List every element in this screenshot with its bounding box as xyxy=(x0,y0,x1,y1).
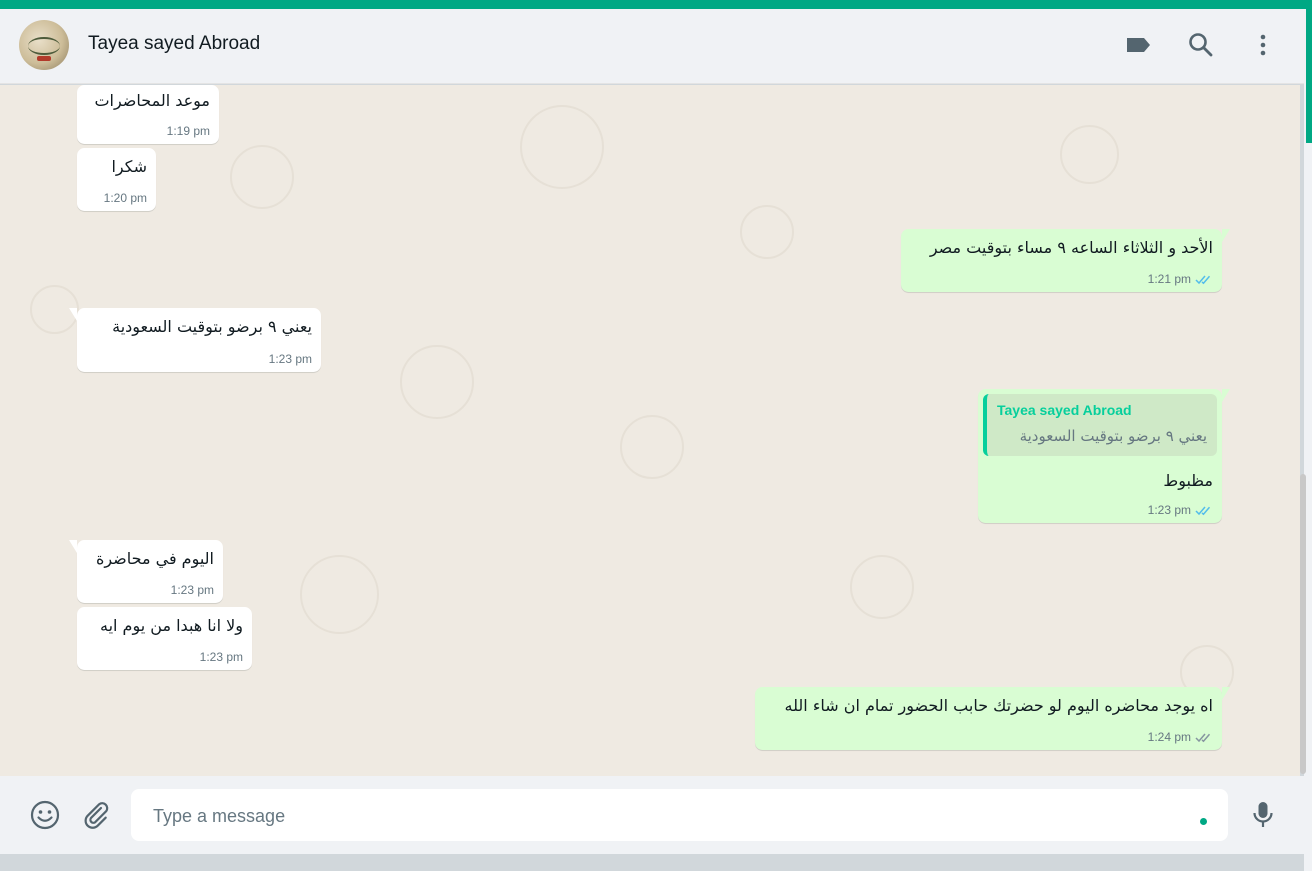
wallpaper-doodle xyxy=(230,145,294,209)
message-text: مظبوط xyxy=(1163,471,1213,490)
message-time: 1:21 pm xyxy=(1147,272,1191,286)
message-text: الأحد و الثلاثاء الساعه ٩ مساء بتوقيت مص… xyxy=(929,238,1213,257)
avatar-logo-mark xyxy=(28,37,60,55)
bubble-tail xyxy=(1222,229,1230,242)
bubble-tail xyxy=(1222,687,1230,700)
message-meta: 1:21 pm xyxy=(1148,272,1213,286)
attach-icon[interactable] xyxy=(80,799,112,831)
chat-scrollbar[interactable] xyxy=(1300,474,1306,774)
contact-avatar[interactable] xyxy=(19,20,69,70)
search-icon[interactable] xyxy=(1187,31,1215,59)
quoted-author: Tayea sayed Abroad xyxy=(997,402,1132,418)
message-time: 1:23 pm xyxy=(1147,503,1191,517)
message-outgoing[interactable]: Tayea sayed Abroad يعني ٩ برضو بتوقيت ال… xyxy=(978,389,1230,523)
message-input-box[interactable] xyxy=(131,789,1228,843)
message-input[interactable] xyxy=(151,789,1195,843)
message-time: 1:24 pm xyxy=(1147,730,1191,744)
quoted-message[interactable]: Tayea sayed Abroad يعني ٩ برضو بتوقيت ال… xyxy=(983,394,1217,456)
wallpaper-doodle xyxy=(1060,125,1119,184)
read-receipt-icon xyxy=(1195,506,1211,515)
message-meta: 1:24 pm xyxy=(1148,730,1213,744)
message-time: 1:19 pm xyxy=(166,124,210,138)
wallpaper-doodle xyxy=(620,415,684,479)
message-incoming[interactable]: اليوم في محاضرة 1:23 pm xyxy=(69,540,223,603)
message-composer xyxy=(0,776,1304,854)
bubble-tail xyxy=(69,308,77,321)
message-text: اه يوجد محاضره اليوم لو حضرتك حابب الحضو… xyxy=(784,696,1213,715)
message-incoming[interactable]: شكرا 1:20 pm xyxy=(77,148,156,211)
wallpaper-doodle xyxy=(300,555,379,634)
message-text: ولا انا هبدا من يوم ايه xyxy=(99,616,243,635)
message-outgoing[interactable]: اه يوجد محاضره اليوم لو حضرتك حابب الحضو… xyxy=(755,687,1230,750)
message-text: يعني ٩ برضو بتوقيت السعودية xyxy=(112,317,312,336)
message-incoming[interactable]: موعد المحاضرات 1:19 pm xyxy=(77,85,219,144)
message-meta: 1:20 pm xyxy=(104,191,147,205)
chat-area: موعد المحاضرات 1:19 pm شكرا 1:20 pm الأح… xyxy=(0,85,1300,776)
emoji-icon[interactable] xyxy=(29,799,61,831)
label-icon[interactable] xyxy=(1124,31,1152,59)
message-incoming[interactable]: يعني ٩ برضو بتوقيت السعودية 1:23 pm xyxy=(69,308,321,372)
message-time: 1:20 pm xyxy=(103,191,147,205)
message-time: 1:23 pm xyxy=(268,352,312,366)
message-meta: 1:23 pm xyxy=(269,352,312,366)
message-meta: 1:19 pm xyxy=(167,124,210,138)
message-incoming[interactable]: ولا انا هبدا من يوم ايه 1:23 pm xyxy=(77,607,252,670)
message-time: 1:23 pm xyxy=(199,650,243,664)
top-accent-bar xyxy=(0,0,1312,9)
avatar-logo-base xyxy=(37,56,51,61)
quoted-text: يعني ٩ برضو بتوقيت السعودية xyxy=(1019,427,1207,445)
window-edge-accent xyxy=(1306,9,1312,143)
input-status-dot xyxy=(1200,818,1207,825)
bubble-tail xyxy=(1222,389,1230,402)
message-outgoing[interactable]: الأحد و الثلاثاء الساعه ٩ مساء بتوقيت مص… xyxy=(901,229,1230,292)
message-text: اليوم في محاضرة xyxy=(95,549,214,568)
message-time: 1:23 pm xyxy=(170,583,214,597)
message-text: شكرا xyxy=(111,157,147,176)
window-bottom-edge xyxy=(0,854,1304,871)
bubble-tail xyxy=(69,540,77,553)
wallpaper-doodle xyxy=(740,205,794,259)
mic-icon[interactable] xyxy=(1247,799,1279,831)
contact-name[interactable]: Tayea sayed Abroad xyxy=(88,33,260,55)
message-text: موعد المحاضرات xyxy=(94,91,210,110)
menu-icon[interactable] xyxy=(1249,31,1277,59)
wallpaper-doodle xyxy=(520,105,604,189)
chat-header: Tayea sayed Abroad xyxy=(0,9,1304,84)
wallpaper-doodle xyxy=(400,345,474,419)
delivered-receipt-icon xyxy=(1195,733,1211,742)
message-meta: 1:23 pm xyxy=(171,583,214,597)
read-receipt-icon xyxy=(1195,275,1211,284)
message-meta: 1:23 pm xyxy=(1148,503,1213,517)
wallpaper-doodle xyxy=(850,555,914,619)
message-meta: 1:23 pm xyxy=(200,650,243,664)
